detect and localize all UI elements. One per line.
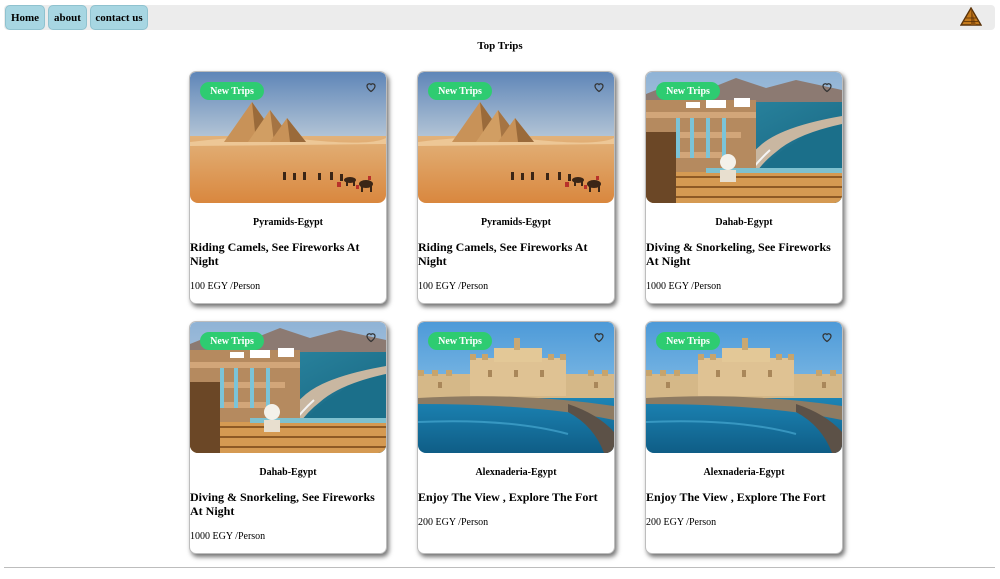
trip-title: Diving & Snorkeling, See Fireworks At Ni… bbox=[646, 240, 831, 268]
trip-location: Pyramids-Egypt bbox=[253, 217, 323, 228]
trip-location: Alexnaderia-Egypt bbox=[703, 467, 785, 478]
trip-title: Riding Camels, See Fireworks At Night bbox=[190, 240, 360, 268]
trip-card[interactable]: New Trips Dahab-Egypt Diving & Snorkelin… bbox=[645, 71, 843, 304]
trip-card[interactable]: New Trips Dahab-Egypt Diving & Snorkelin… bbox=[189, 321, 387, 554]
footer-divider bbox=[4, 567, 995, 568]
trip-card[interactable]: New Trips Pyramids-Egypt Riding Camels, … bbox=[189, 71, 387, 304]
trip-price: 200 EGY /Person bbox=[646, 517, 717, 528]
new-trips-badge: New Trips bbox=[200, 332, 264, 350]
new-trips-badge: New Trips bbox=[200, 82, 264, 100]
trip-price: 200 EGY /Person bbox=[418, 517, 489, 528]
trip-price: 1000 EGY /Person bbox=[190, 531, 266, 542]
new-trips-badge: New Trips bbox=[656, 332, 720, 350]
trip-title: Riding Camels, See Fireworks At Night bbox=[418, 240, 588, 268]
trip-location: Pyramids-Egypt bbox=[481, 217, 551, 228]
trip-card[interactable]: New Trips Alexnaderia-Egypt Enjoy The Vi… bbox=[645, 321, 843, 554]
trip-card[interactable]: New Trips Alexnaderia-Egypt Enjoy The Vi… bbox=[417, 321, 615, 554]
trip-price: 100 EGY /Person bbox=[418, 281, 489, 292]
new-trips-badge: New Trips bbox=[656, 82, 720, 100]
heart-icon[interactable] bbox=[821, 81, 833, 93]
new-trips-badge: New Trips bbox=[428, 332, 492, 350]
trip-price: 1000 EGY /Person bbox=[646, 281, 722, 292]
trip-title: Enjoy The View , Explore The Fort bbox=[418, 490, 598, 504]
heart-icon[interactable] bbox=[821, 331, 833, 343]
trip-location: Dahab-Egypt bbox=[715, 217, 773, 228]
about-button[interactable]: about bbox=[48, 5, 87, 30]
trip-location: Alexnaderia-Egypt bbox=[475, 467, 557, 478]
contact-us-button[interactable]: contact us bbox=[90, 5, 148, 30]
top-navbar: Home about contact us bbox=[4, 5, 995, 30]
trip-location: Dahab-Egypt bbox=[259, 467, 317, 478]
section-title: Top Trips bbox=[477, 40, 523, 52]
home-button[interactable]: Home bbox=[5, 5, 45, 30]
trip-price: 100 EGY /Person bbox=[190, 281, 261, 292]
heart-icon[interactable] bbox=[365, 81, 377, 93]
pyramid-logo-icon[interactable] bbox=[960, 7, 982, 26]
trip-title: Diving & Snorkeling, See Fireworks At Ni… bbox=[190, 490, 375, 518]
heart-icon[interactable] bbox=[593, 81, 605, 93]
heart-icon[interactable] bbox=[593, 331, 605, 343]
trip-title: Enjoy The View , Explore The Fort bbox=[646, 490, 826, 504]
heart-icon[interactable] bbox=[365, 331, 377, 343]
new-trips-badge: New Trips bbox=[428, 82, 492, 100]
trip-card[interactable]: New Trips Pyramids-Egypt Riding Camels, … bbox=[417, 71, 615, 304]
